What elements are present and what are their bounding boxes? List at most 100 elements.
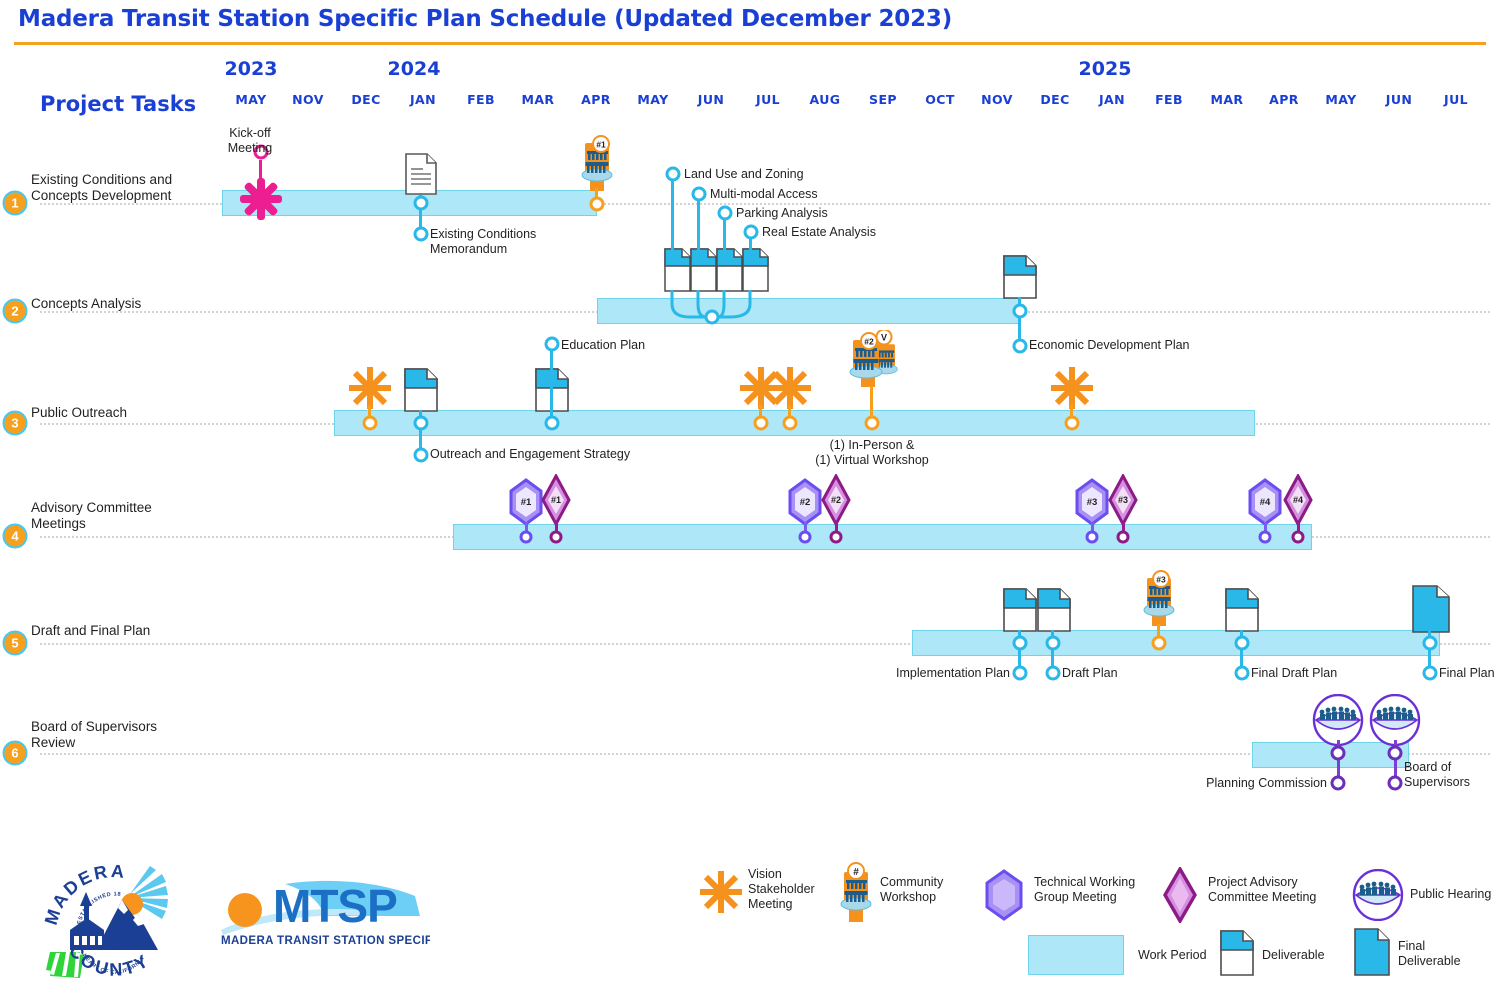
month-label-7: MAY: [637, 92, 669, 107]
row-label-1[interactable]: Existing Conditions and Concepts Develop…: [31, 172, 172, 204]
project-advisory-committee-node-4: [1291, 530, 1305, 544]
month-label-16: FEB: [1155, 92, 1183, 107]
legend-final-deliverable-label: Final Deliverable: [1398, 939, 1461, 968]
mtsp-expansion: MADERA TRANSIT STATION SPECIFIC PLAN: [221, 935, 430, 947]
project-tasks-header: Project Tasks: [40, 92, 197, 116]
project-advisory-committee-badge-2: #2: [831, 495, 841, 505]
legend-public-hearing-label: Public Hearing: [1410, 887, 1492, 901]
row-label-5[interactable]: Draft and Final Plan: [31, 623, 150, 639]
row-label-4[interactable]: Advisory Committee Meetings: [31, 500, 152, 532]
title-divider: [14, 42, 1486, 45]
legend-work-period-swatch: [1028, 935, 1124, 975]
technical-working-group-node-3: [1085, 530, 1099, 544]
economic-development-plan-label: Economic Development Plan: [1029, 338, 1190, 352]
legend-deliverable-icon: [1220, 930, 1254, 981]
row-label-3[interactable]: Public Outreach: [31, 405, 127, 421]
community-workshop-1-badge: #1: [596, 140, 606, 150]
project-advisory-committee-node-2: [829, 530, 843, 544]
vision-meeting-2-node: [753, 415, 769, 431]
month-label-4: FEB: [467, 92, 495, 107]
month-label-3: JAN: [410, 92, 436, 107]
row-number-badge-2: 2: [2, 298, 28, 324]
row-number-badge-3: 3: [2, 410, 28, 436]
draft-plan-node-bottom: [1045, 665, 1061, 681]
board-of-supervisors-node-bottom: [1387, 775, 1403, 791]
kickoff-stem: [259, 160, 262, 194]
education-plan-node-top: [544, 336, 560, 352]
month-label-0: MAY: [235, 92, 267, 107]
month-label-1: NOV: [292, 92, 324, 107]
month-label-8: JUN: [697, 92, 725, 107]
community-workshop-2-virtual-badge: V: [881, 333, 887, 343]
parking-analysis-label: Parking Analysis: [736, 206, 828, 220]
month-label-13: NOV: [981, 92, 1013, 107]
existing-conditions-memo-node-top: [413, 195, 429, 211]
real-estate-analysis-label: Real Estate Analysis: [762, 225, 876, 239]
community-workshop-2-badge: #2: [864, 337, 874, 347]
final-draft-plan-label: Final Draft Plan: [1251, 666, 1338, 680]
education-plan-label: Education Plan: [561, 338, 646, 352]
multimodal-access-label: Multi-modal Access: [710, 187, 818, 201]
final-plan-node-top: [1422, 635, 1438, 651]
workshop-2-node: [864, 415, 880, 431]
legend: Vision Stakeholder Meeting # Community W…: [690, 855, 1500, 985]
final-plan-doc-icon: [1412, 585, 1450, 638]
draft-plan-node-top: [1045, 635, 1061, 651]
land-use-zoning-node: [665, 166, 681, 182]
row-number-badge-6: 6: [2, 740, 28, 766]
month-label-17: MAR: [1210, 92, 1244, 107]
month-label-10: AUG: [809, 92, 841, 107]
technical-working-group-node-4: [1258, 530, 1272, 544]
implementation-plan-node-bottom: [1012, 665, 1028, 681]
planning-commission-node-bottom: [1330, 775, 1346, 791]
technical-working-group-badge-2: #2: [800, 497, 811, 508]
row-label-2[interactable]: Concepts Analysis: [31, 296, 141, 312]
year-label-2025: 2025: [1078, 58, 1132, 80]
legend-technical-working-group-icon: [984, 869, 1024, 926]
multimodal-access-node: [691, 186, 707, 202]
final-draft-plan-node-bottom: [1234, 665, 1250, 681]
month-label-2: DEC: [351, 92, 381, 107]
economic-development-plan-node-bottom: [1012, 338, 1028, 354]
draft-plan-label: Draft Plan: [1062, 666, 1118, 680]
technical-working-group-badge-1: #1: [521, 497, 532, 508]
vision-meeting-1-node: [362, 415, 378, 431]
madera-county-logo: MADERA COUNTY ESTABLISHED 1893 HEART OF …: [38, 844, 180, 993]
outreach-strategy-node-bottom: [413, 447, 429, 463]
planning-commission-node-top: [1330, 745, 1346, 761]
land-use-zoning-stem: [671, 176, 674, 251]
project-advisory-committee-badge-1: #1: [551, 495, 561, 505]
month-label-12: OCT: [925, 92, 955, 107]
technical-working-group-node-1: [519, 530, 533, 544]
economic-development-plan-node-top: [1012, 303, 1028, 319]
parking-analysis-node: [717, 205, 733, 221]
row-number-badge-5: 5: [2, 630, 28, 656]
mtsp-acronym: MTSP: [273, 880, 397, 932]
legend-vision-stakeholder-meeting-icon: [698, 869, 744, 920]
existing-conditions-memo-label: Existing Conditions Memorandum: [430, 227, 537, 256]
legend-community-workshop-icon: #: [836, 862, 876, 929]
month-label-15: JAN: [1099, 92, 1125, 107]
board-of-supervisors-node-top: [1387, 745, 1403, 761]
page-title: Madera Transit Station Specific Plan Sch…: [18, 6, 953, 32]
month-label-20: JUN: [1385, 92, 1413, 107]
month-label-18: APR: [1269, 92, 1299, 107]
project-advisory-committee-node-3: [1116, 530, 1130, 544]
mtsp-logo: MTSP MADERA TRANSIT STATION SPECIFIC PLA…: [215, 870, 481, 965]
month-label-6: APR: [581, 92, 611, 107]
implementation-plan-label: Implementation Plan: [896, 666, 1010, 680]
legend-work-period-label: Work Period: [1138, 948, 1207, 962]
final-plan-label: Final Plan: [1439, 666, 1495, 680]
multimodal-access-stem: [697, 196, 700, 251]
project-advisory-committee-node-1: [549, 530, 563, 544]
month-label-14: DEC: [1040, 92, 1070, 107]
project-advisory-committee-badge-4: #4: [1293, 495, 1303, 505]
legend-community-workshop-badge: #: [853, 867, 859, 878]
row-label-6[interactable]: Board of Supervisors Review: [31, 719, 157, 751]
community-workshop-3-badge: #3: [1156, 575, 1166, 585]
month-label-21: JUL: [1444, 92, 1468, 107]
technical-working-group-badge-4: #4: [1260, 497, 1271, 508]
existing-conditions-memo-node-bottom: [413, 226, 429, 242]
row-number-badge-4: 4: [2, 523, 28, 549]
legend-deliverable-label: Deliverable: [1262, 948, 1325, 962]
